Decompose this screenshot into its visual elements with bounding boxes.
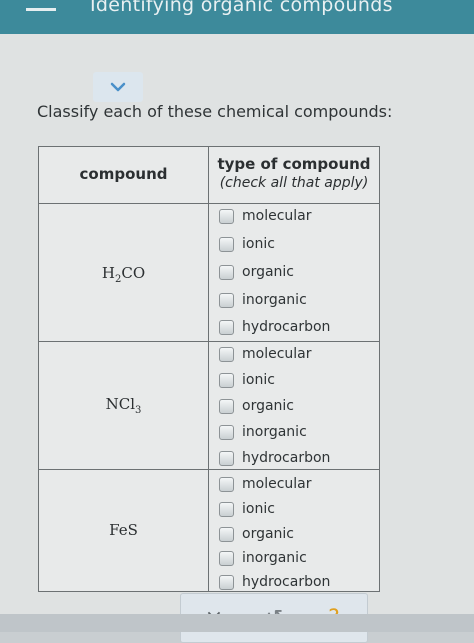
column-header-type-hint: (check all that apply) bbox=[219, 175, 369, 191]
bottom-strip bbox=[0, 614, 474, 632]
option-label: molecular bbox=[242, 476, 312, 492]
option-label: molecular bbox=[242, 208, 312, 224]
question-sheet: Classify each of these chemical compound… bbox=[0, 34, 474, 643]
checkbox-icon[interactable] bbox=[219, 208, 234, 224]
option-label: ionic bbox=[242, 372, 275, 388]
checkbox-icon[interactable] bbox=[219, 501, 234, 517]
compound-formula-fes: FeS bbox=[39, 521, 208, 542]
checkbox-fes-inorganic[interactable]: inorganic bbox=[219, 547, 307, 569]
checkbox-icon[interactable] bbox=[219, 574, 234, 590]
top-bar: Identifying organic compounds bbox=[0, 0, 474, 34]
chevron-down-icon bbox=[110, 82, 126, 92]
checkbox-fes-molecular[interactable]: molecular bbox=[219, 473, 312, 495]
option-label: inorganic bbox=[242, 550, 307, 566]
column-divider bbox=[208, 147, 209, 591]
option-label: organic bbox=[242, 526, 295, 542]
checkbox-icon[interactable] bbox=[219, 264, 234, 280]
option-label: inorganic bbox=[242, 424, 307, 440]
checkbox-ncl3-molecular[interactable]: molecular bbox=[219, 343, 312, 365]
formula-text: NCl bbox=[105, 395, 136, 413]
checkbox-icon[interactable] bbox=[219, 372, 234, 388]
checkbox-icon[interactable] bbox=[219, 424, 234, 440]
option-label: hydrocarbon bbox=[242, 319, 331, 335]
option-label: molecular bbox=[242, 346, 312, 362]
checkbox-icon[interactable] bbox=[219, 476, 234, 492]
checkbox-h2co-molecular[interactable]: molecular bbox=[219, 205, 312, 227]
checkbox-h2co-ionic[interactable]: ionic bbox=[219, 233, 275, 255]
checkbox-h2co-organic[interactable]: organic bbox=[219, 261, 294, 283]
checkbox-ncl3-inorganic[interactable]: inorganic bbox=[219, 421, 307, 443]
formula-text: CO bbox=[121, 264, 146, 282]
checkbox-icon[interactable] bbox=[219, 346, 234, 362]
menu-dash-icon[interactable] bbox=[26, 8, 56, 11]
option-label: organic bbox=[242, 398, 295, 414]
question-prompt: Classify each of these chemical compound… bbox=[37, 102, 393, 121]
compound-formula-ncl3: NCl3 bbox=[39, 395, 208, 416]
option-label: ionic bbox=[242, 501, 275, 517]
option-label: inorganic bbox=[242, 292, 307, 308]
checkbox-icon[interactable] bbox=[219, 398, 234, 414]
checkbox-icon[interactable] bbox=[219, 526, 234, 542]
topic-title: Identifying organic compounds bbox=[90, 0, 393, 16]
column-header-compound: compound bbox=[79, 165, 168, 183]
option-label: ionic bbox=[242, 236, 275, 252]
formula-text: H bbox=[101, 264, 115, 282]
option-label: organic bbox=[242, 264, 295, 280]
checkbox-ncl3-organic[interactable]: organic bbox=[219, 395, 294, 417]
checkbox-icon[interactable] bbox=[219, 236, 234, 252]
checkbox-icon[interactable] bbox=[219, 292, 234, 308]
checkbox-fes-hydrocarbon[interactable]: hydrocarbon bbox=[219, 571, 330, 593]
option-label: hydrocarbon bbox=[242, 450, 331, 466]
compound-formula-h2co: H2CO bbox=[39, 264, 208, 285]
checkbox-icon[interactable] bbox=[219, 550, 234, 566]
checkbox-ncl3-hydrocarbon[interactable]: hydrocarbon bbox=[219, 447, 330, 469]
checkbox-h2co-inorganic[interactable]: inorganic bbox=[219, 289, 307, 311]
checkbox-icon[interactable] bbox=[219, 450, 234, 466]
row-divider bbox=[39, 341, 379, 342]
formula-text: FeS bbox=[109, 521, 138, 539]
header-divider bbox=[39, 203, 379, 204]
classification-table: compound type of compound (check all tha… bbox=[38, 146, 380, 592]
checkbox-ncl3-ionic[interactable]: ionic bbox=[219, 369, 275, 391]
checkbox-h2co-hydrocarbon[interactable]: hydrocarbon bbox=[219, 316, 330, 338]
row-divider bbox=[39, 469, 379, 470]
collapse-toggle[interactable] bbox=[93, 72, 143, 102]
checkbox-fes-ionic[interactable]: ionic bbox=[219, 498, 275, 520]
checkbox-fes-organic[interactable]: organic bbox=[219, 523, 294, 545]
checkbox-icon[interactable] bbox=[219, 319, 234, 335]
column-header-type-label: type of compound bbox=[217, 155, 371, 173]
column-header-type: type of compound (check all that apply) bbox=[209, 155, 379, 193]
option-label: hydrocarbon bbox=[242, 574, 331, 590]
formula-subscript: 3 bbox=[135, 405, 142, 416]
